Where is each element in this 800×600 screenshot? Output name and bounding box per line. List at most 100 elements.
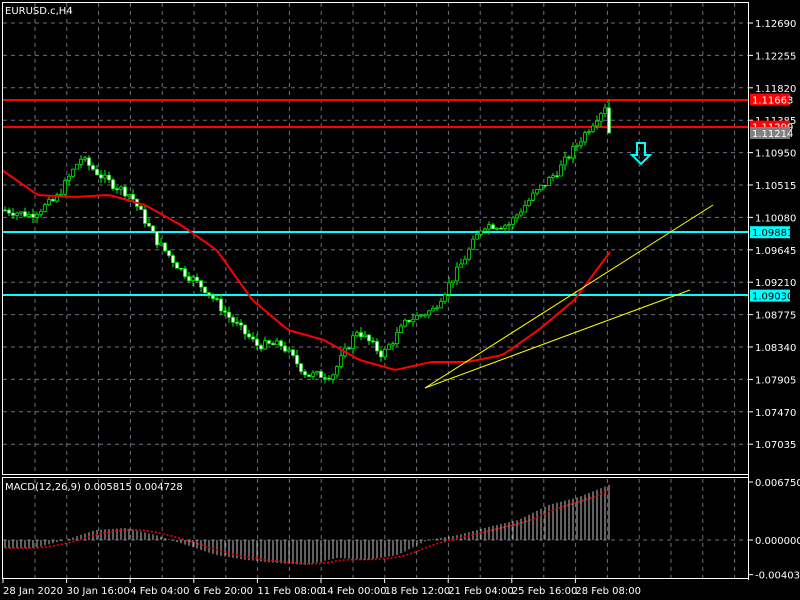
candle	[315, 370, 319, 376]
candle	[91, 162, 95, 171]
candle	[39, 208, 43, 218]
candle	[167, 250, 171, 258]
svg-text:1.11214: 1.11214	[752, 129, 793, 140]
candle	[339, 350, 343, 369]
candle	[155, 231, 159, 249]
candle	[279, 339, 283, 350]
candle	[151, 225, 155, 233]
time-label: 28 Jan 2020	[3, 586, 63, 597]
candle	[563, 152, 567, 171]
candle	[43, 202, 47, 213]
time-label: 18 Feb 12:00	[385, 586, 451, 597]
candle	[107, 171, 111, 184]
candle	[323, 373, 327, 384]
time-label: 30 Jan 16:00	[67, 586, 130, 597]
candle	[67, 173, 71, 185]
candle	[235, 316, 239, 327]
time-label: 21 Feb 04:00	[448, 586, 514, 597]
candle	[307, 374, 311, 377]
candle	[395, 327, 399, 347]
candle	[187, 272, 191, 284]
sell-arrow-icon[interactable]	[629, 142, 653, 166]
candle	[535, 188, 539, 196]
candle	[83, 155, 87, 162]
candle	[551, 173, 555, 181]
candle	[103, 169, 107, 184]
candle	[391, 341, 395, 351]
horizontal-lines[interactable]	[2, 99, 748, 296]
candle	[495, 227, 499, 231]
candle	[35, 211, 39, 224]
candle	[59, 188, 63, 197]
candle	[387, 342, 391, 350]
candle	[583, 130, 587, 146]
candle	[559, 160, 563, 177]
candle	[119, 185, 123, 195]
candle	[359, 327, 363, 341]
candle	[199, 280, 203, 293]
price-tag-bid: 1.11214	[750, 126, 793, 140]
candle	[415, 312, 419, 320]
candle	[299, 362, 303, 375]
candle	[143, 205, 147, 228]
candle	[183, 265, 187, 280]
candle	[147, 218, 151, 228]
candle	[451, 280, 455, 288]
svg-text:1.09030: 1.09030	[752, 292, 793, 303]
macd-indicator	[4, 485, 610, 565]
candle	[491, 222, 495, 230]
candles	[3, 99, 611, 384]
price-label: 1.08775	[755, 311, 796, 322]
price-label: 1.10950	[755, 149, 796, 160]
candle	[439, 297, 443, 309]
candle	[555, 170, 559, 179]
candle	[511, 215, 515, 229]
candle	[203, 286, 207, 294]
candle	[455, 262, 459, 286]
candle	[139, 204, 143, 210]
candle	[75, 163, 79, 170]
price-label: 1.08340	[755, 343, 796, 354]
candle	[55, 192, 59, 204]
candle	[427, 309, 431, 319]
candle	[515, 213, 519, 223]
candle	[79, 155, 83, 169]
price-label: 1.07905	[755, 375, 796, 386]
candle	[355, 330, 359, 338]
price-label: 1.11820	[755, 84, 796, 95]
candle	[47, 196, 51, 206]
candle	[159, 237, 163, 246]
time-label: 4 Feb 04:00	[130, 586, 189, 597]
candle	[71, 168, 75, 178]
price-label: 1.10080	[755, 213, 796, 224]
candle	[519, 208, 523, 218]
candle	[163, 242, 167, 253]
price-label: 1.09210	[755, 278, 796, 289]
trendline-2[interactable]	[424, 289, 691, 389]
candle	[111, 177, 115, 191]
main-chart-frame	[2, 2, 749, 475]
price-tag-support: 1.09881	[750, 226, 793, 239]
candle	[215, 295, 219, 302]
candle	[175, 261, 179, 269]
trading-chart[interactable]: 1.126901.122551.118201.113851.109501.105…	[0, 0, 800, 600]
moving-average-line	[1, 169, 611, 371]
candle	[87, 155, 91, 171]
candle	[579, 137, 583, 149]
candle	[407, 319, 411, 324]
candle	[363, 330, 367, 339]
candle	[523, 200, 527, 213]
candle	[227, 306, 231, 323]
time-label: 14 Feb 00:00	[321, 586, 387, 597]
candle	[275, 337, 279, 346]
time-axis: 28 Jan 2020 30 Jan 16:00 4 Feb 04:00 6 Feb …	[2, 578, 641, 597]
candle	[135, 198, 139, 212]
candle	[587, 128, 591, 135]
macd-axis-label: 0.006750	[755, 478, 800, 489]
candle	[447, 277, 451, 300]
candle	[283, 341, 287, 353]
time-label: 25 Feb 16:00	[512, 586, 578, 597]
candle	[7, 207, 11, 217]
candle	[271, 341, 275, 346]
candle	[435, 304, 439, 312]
